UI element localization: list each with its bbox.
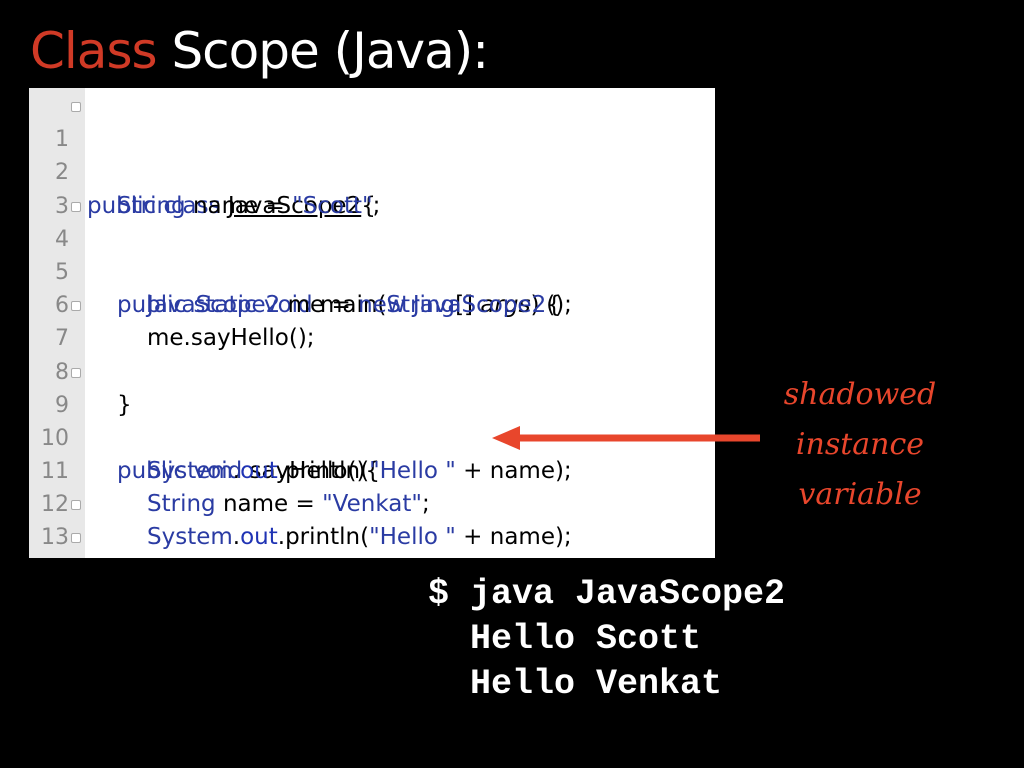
fold-icon[interactable] [71, 102, 81, 112]
code-line-10: 10 System.out.println("Hello " + name); [29, 389, 715, 484]
code-line-7: 7 } [29, 289, 715, 418]
shadowed-annotation: shadowed instance variable [770, 370, 950, 520]
code-line-6: 6 me.sayHello(); [29, 256, 715, 351]
code-line-5: 5 JavaScope2 me = new JavaScope2(); [29, 223, 715, 318]
terminal-output: $ java JavaScope2 Hello Scott Hello Venk… [428, 572, 785, 707]
slide-title: Class Scope (Java): [30, 22, 489, 80]
arrow-icon [492, 426, 760, 450]
fold-icon[interactable] [71, 201, 81, 212]
code-line-3: 3 [29, 156, 715, 219]
line-number: 14 [29, 555, 69, 558]
annotation-line: variable [798, 477, 922, 512]
title-accent: Class [30, 22, 158, 80]
fold-icon[interactable] [71, 301, 81, 312]
terminal-output-line: Hello Scott [428, 619, 702, 659]
fold-icon[interactable] [71, 533, 81, 544]
code-line-12: 12 System.out.println("Hello " + name); [29, 455, 715, 550]
terminal-command: $ java JavaScope2 [428, 574, 786, 614]
code-line-8: 8 [29, 322, 715, 385]
code-line-9: 9 public void sayHello(){ [29, 356, 715, 484]
fold-icon[interactable] [71, 367, 81, 378]
annotation-line: shadowed [783, 377, 937, 412]
code-editor: 1 public class JavaScope2{ 2 String name… [29, 88, 715, 558]
title-rest: Scope (Java): [156, 22, 489, 80]
fold-icon[interactable] [71, 500, 81, 511]
code-block: 1 public class JavaScope2{ 2 String name… [29, 90, 715, 555]
code-line-1: 1 public class JavaScope2{ [29, 90, 715, 219]
terminal-output-line: Hello Venkat [428, 664, 723, 704]
code-line-13: 13 } [29, 488, 715, 550]
code-line-14: 14 } [29, 521, 715, 554]
annotation-line: instance [795, 427, 925, 462]
code-line-2: 2 String name = "Scott"; [29, 123, 715, 218]
code-line-4: 4 public static void main(String[] args)… [29, 190, 715, 318]
